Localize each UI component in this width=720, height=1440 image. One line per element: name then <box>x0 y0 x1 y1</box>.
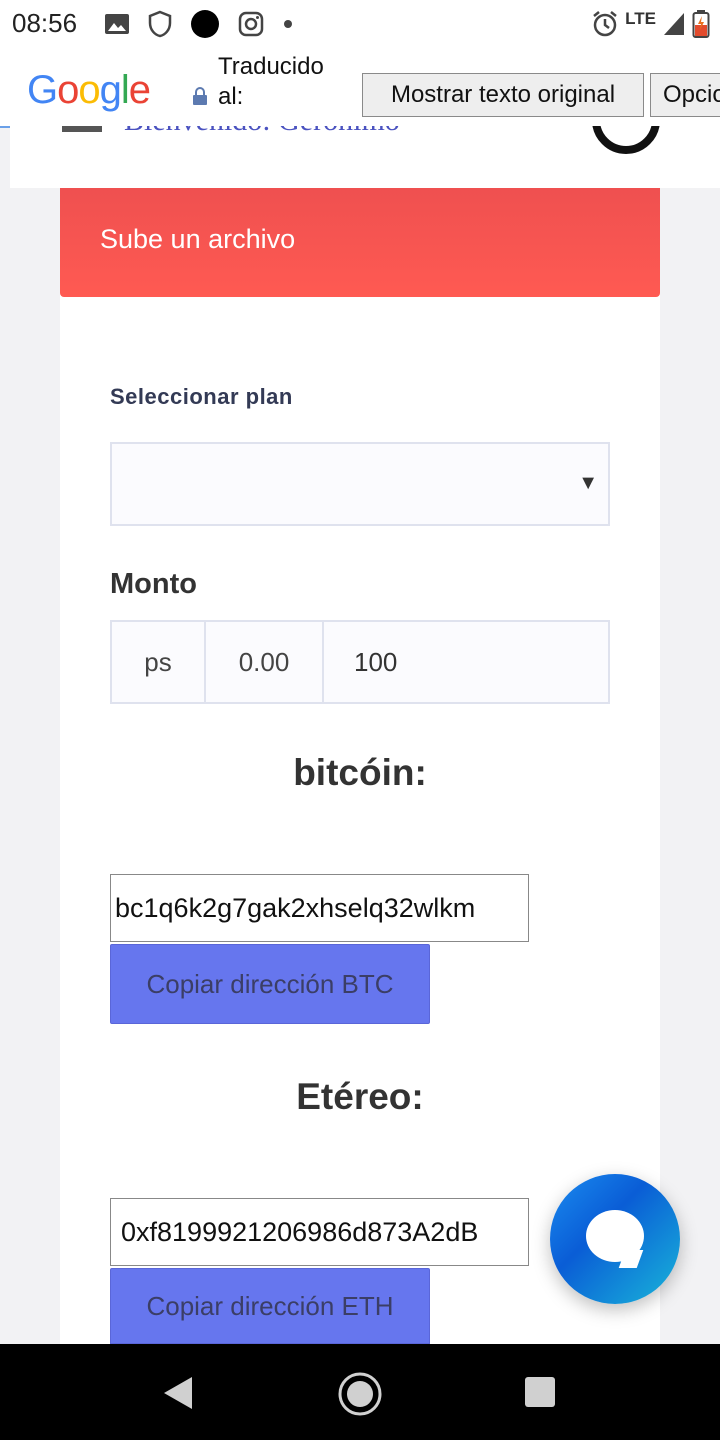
amount-min: 0.00 <box>206 622 324 702</box>
card-title: Sube un archivo <box>100 224 296 254</box>
dot-icon <box>191 10 219 38</box>
options-button[interactable]: Opciones <box>650 73 720 117</box>
welcome-text: Bienvenido: Geronimo <box>124 126 400 138</box>
home-icon[interactable] <box>336 1370 384 1418</box>
plan-label: Seleccionar plan <box>110 384 293 409</box>
google-logo: Google <box>27 68 151 112</box>
status-time: 08:56 <box>12 8 78 38</box>
status-bar: 08:56 LTE <box>0 0 720 48</box>
chat-button[interactable] <box>550 1174 680 1304</box>
amount-label: Monto <box>110 568 197 600</box>
amount-input[interactable]: 100 <box>324 622 608 702</box>
eth-address-input[interactable]: 0xf8199921206986d873A2dB <box>110 1198 529 1266</box>
more-dot-icon <box>284 20 292 28</box>
translated-label: Traducido al: <box>218 53 324 110</box>
lock-icon <box>193 87 207 105</box>
amount-field: ps 0.00 100 <box>110 620 610 704</box>
plan-select[interactable]: ▼ <box>110 442 610 526</box>
navigation-bar <box>0 1344 720 1440</box>
battery-icon <box>692 10 710 38</box>
copy-btc-button[interactable]: Copiar dirección BTC <box>110 944 430 1024</box>
btc-title: bitcóin: <box>293 752 427 793</box>
image-icon <box>105 14 129 34</box>
avatar[interactable] <box>592 126 660 154</box>
dropdown-arrow-icon: ▼ <box>578 472 598 494</box>
instagram-icon <box>238 11 264 37</box>
show-original-button[interactable]: Mostrar texto original <box>362 73 644 117</box>
copy-eth-button[interactable]: Copiar dirección ETH <box>110 1268 430 1344</box>
alarm-icon <box>593 11 617 37</box>
amount-prefix: ps <box>112 622 206 702</box>
site-header: Bienvenido: Geronimo <box>10 126 720 188</box>
recents-icon[interactable] <box>524 1376 556 1408</box>
back-icon[interactable] <box>160 1374 196 1412</box>
notification-icons <box>104 8 294 40</box>
eth-title: Etéreo: <box>296 1076 424 1117</box>
network-type: LTE <box>625 9 656 28</box>
shield-icon <box>148 10 172 38</box>
menu-icon[interactable] <box>62 126 102 132</box>
btc-address-input[interactable]: bc1q6k2g7gak2xhselq32wlkm <box>110 874 529 942</box>
system-icons: LTE <box>591 4 710 44</box>
signal-icon <box>664 13 684 35</box>
